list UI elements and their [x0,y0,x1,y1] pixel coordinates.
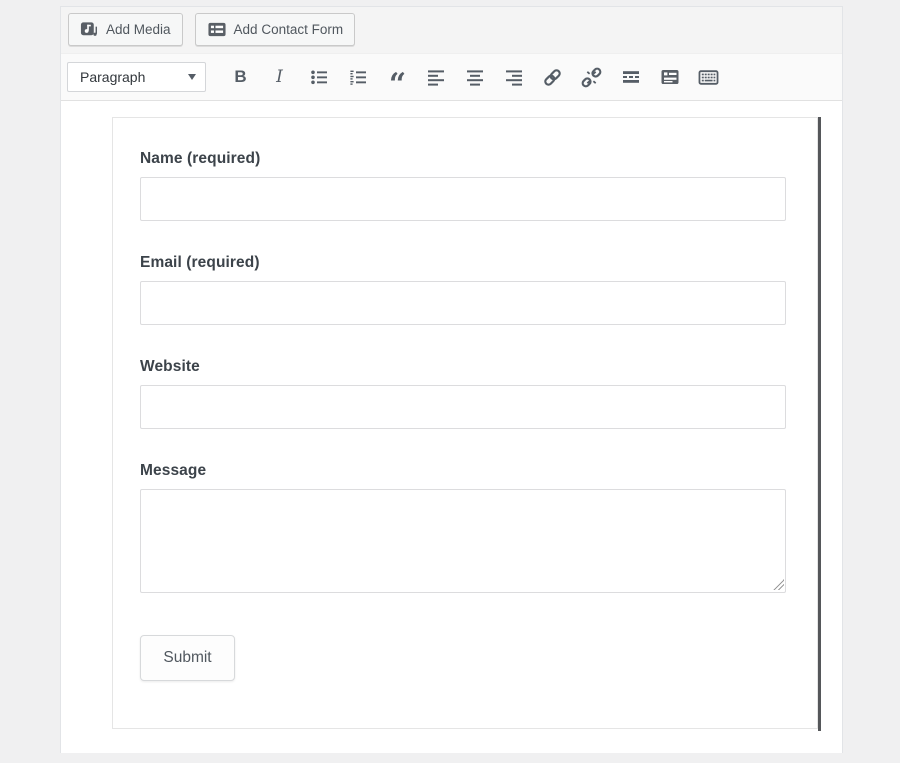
add-contact-form-label: Add Contact Form [234,22,344,37]
website-input[interactable] [140,385,786,429]
format-select-value: Paragraph [80,69,145,85]
media-icon [80,20,99,39]
remove-link-button[interactable] [575,63,608,91]
bold-button[interactable]: B [224,63,257,91]
form-toggle-icon [660,67,680,87]
align-left-icon [426,67,446,87]
align-right-icon [504,67,524,87]
website-field-label: Website [140,358,786,376]
bulleted-list-icon [309,67,329,87]
contact-form-icon [207,20,227,39]
align-right-button[interactable] [497,63,530,91]
name-input[interactable] [140,177,786,221]
submit-button[interactable]: Submit [140,635,235,681]
read-more-icon [621,67,641,87]
editor-panel: Add Media Add Contact Form Paragraph B [60,6,843,753]
editor-scrollbar[interactable] [818,117,821,731]
name-field-label: Name (required) [140,150,786,168]
editor-toolbar: Paragraph B I [61,53,842,101]
email-field-label: Email (required) [140,254,786,272]
italic-icon: I [276,67,283,87]
insert-link-button[interactable] [536,63,569,91]
align-center-icon [465,67,485,87]
numbered-list-button[interactable] [341,63,374,91]
bulleted-list-button[interactable] [302,63,335,91]
blockquote-button[interactable]: “ [380,63,413,91]
read-more-button[interactable] [614,63,647,91]
italic-button[interactable]: I [263,63,296,91]
add-contact-form-button[interactable]: Add Contact Form [195,13,356,46]
link-icon [542,67,563,88]
editor-content-area[interactable]: Name (required) Email (required) Website… [61,101,842,753]
contact-form-preview: Name (required) Email (required) Website… [112,117,818,729]
paragraph-format-select[interactable]: Paragraph [67,62,206,92]
email-input[interactable] [140,281,786,325]
message-textarea-wrap [140,489,786,593]
bold-icon: B [234,67,246,87]
align-center-button[interactable] [458,63,491,91]
align-left-button[interactable] [419,63,452,91]
keyboard-shortcuts-button[interactable] [692,63,725,91]
blockquote-icon: “ [389,80,404,90]
unlink-icon [581,67,602,88]
add-media-label: Add Media [106,22,171,37]
keyboard-icon [698,67,719,88]
media-buttons-bar: Add Media Add Contact Form [61,7,842,53]
add-media-button[interactable]: Add Media [68,13,183,46]
message-field-label: Message [140,462,786,480]
message-textarea[interactable] [140,489,786,593]
numbered-list-icon [348,67,368,87]
form-toggle-button[interactable] [653,63,686,91]
chevron-down-icon [188,74,196,80]
